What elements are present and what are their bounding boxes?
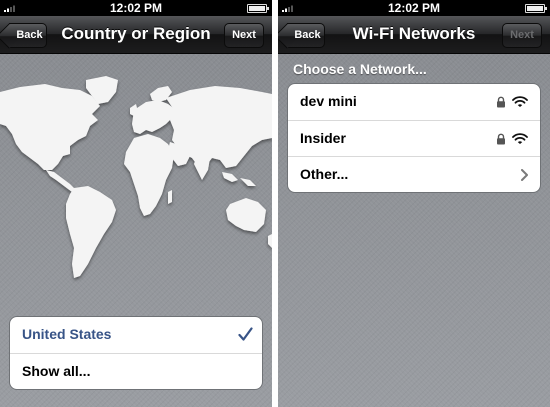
- network-row-dev-mini[interactable]: dev mini: [288, 84, 540, 120]
- network-label: dev mini: [300, 93, 357, 109]
- show-all-row[interactable]: Show all...: [10, 353, 262, 389]
- network-label: Other...: [300, 166, 349, 182]
- country-list: United States Show all...: [9, 316, 263, 390]
- checkmark-icon: [238, 327, 253, 341]
- next-button[interactable]: Next: [502, 23, 542, 48]
- wifi-icon: [512, 96, 528, 107]
- country-label: United States: [22, 326, 112, 342]
- network-label: Insider: [300, 130, 346, 146]
- page-title: Country or Region: [61, 24, 211, 43]
- back-button[interactable]: Back: [9, 23, 47, 48]
- show-all-label: Show all...: [22, 363, 91, 379]
- nav-bar: Back Country or Region Next: [0, 16, 272, 54]
- status-time: 12:02 PM: [109, 1, 163, 15]
- status-time: 12:02 PM: [387, 1, 441, 15]
- country-region-screen: 12:02 PM Back Country or Region Next Uni…: [0, 0, 272, 407]
- battery-icon: [247, 4, 269, 13]
- section-header: Choose a Network...: [293, 61, 427, 77]
- lock-icon: [497, 133, 505, 145]
- battery-icon: [525, 4, 547, 13]
- back-button[interactable]: Back: [287, 23, 325, 48]
- country-row-united-states[interactable]: United States: [10, 317, 262, 353]
- network-list: dev mini Insider Other...: [287, 83, 541, 193]
- world-map-image: [0, 76, 272, 278]
- network-row-insider[interactable]: Insider: [288, 120, 540, 156]
- lock-icon: [497, 96, 505, 108]
- chevron-right-icon: [521, 169, 528, 181]
- page-title: Wi-Fi Networks: [352, 24, 476, 43]
- back-button-label: Back: [294, 29, 321, 41]
- nav-bar: Back Wi-Fi Networks Next: [278, 16, 550, 54]
- next-button[interactable]: Next: [224, 23, 264, 48]
- status-bar: 12:02 PM: [278, 0, 550, 16]
- network-row-other[interactable]: Other...: [288, 156, 540, 192]
- wifi-icon: [512, 133, 528, 144]
- status-bar: 12:02 PM: [0, 0, 272, 16]
- wifi-networks-screen: 12:02 PM Back Wi-Fi Networks Next Choose…: [278, 0, 550, 407]
- back-button-label: Back: [16, 29, 43, 41]
